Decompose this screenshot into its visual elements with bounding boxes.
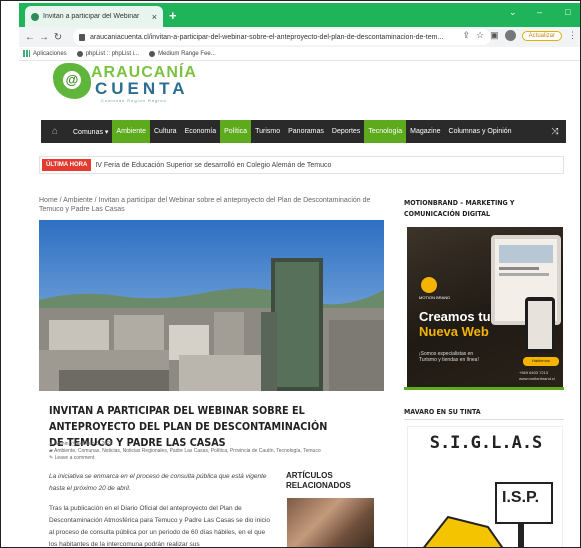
- nav-item[interactable]: Columnas y Opinión: [445, 120, 516, 143]
- browser-toolbar: ← → ↻ araucaniacuenta.cl/invitan-a-parti…: [19, 27, 580, 47]
- url-text: araucaniacuenta.cl/invitan-a-participar-…: [90, 33, 444, 41]
- leave-comment-link[interactable]: Leave a comment: [55, 455, 95, 461]
- at-symbol-icon: @: [63, 71, 81, 89]
- breaking-news-ticker: ÚLTIMA HORA IV Feria de Educación Superi…: [39, 156, 564, 174]
- related-article-thumbnail[interactable]: [287, 498, 374, 547]
- sidebar-divider: [404, 419, 564, 420]
- nav-item[interactable]: Economía: [181, 120, 221, 143]
- tab-search-icon[interactable]: ⌄: [509, 7, 517, 18]
- bookmark-label: phpList :: phpList i...: [85, 50, 140, 57]
- nav-item[interactable]: Panoramas: [284, 120, 328, 143]
- nav-item[interactable]: Magazine: [406, 120, 444, 143]
- category-links[interactable]: Ambiente, Comunas, Noticias, Noticias Re…: [54, 448, 321, 454]
- breadcrumb[interactable]: Home / Ambiente / Invitan a participar d…: [39, 196, 384, 214]
- bookmark-label: Medium Range Fee...: [158, 50, 216, 57]
- ad-cta-button[interactable]: Hablemos: [525, 358, 557, 363]
- share-icon[interactable]: ⇪: [463, 30, 471, 41]
- site-favicon-icon: [31, 12, 39, 21]
- home-icon[interactable]: ⌂: [41, 120, 69, 143]
- clock-icon: ◷: [71, 441, 76, 447]
- nav-item[interactable]: Política: [220, 120, 252, 143]
- article-paragraph: Tras la publicación en el Diario Oficial…: [49, 505, 270, 548]
- cartoon-art: [423, 482, 553, 547]
- ad-brand: MOTION BRAND: [419, 295, 451, 300]
- article-hero-image: [39, 220, 384, 391]
- publish-date: Febrero 8, 2022: [77, 441, 113, 447]
- minimize-icon[interactable]: –: [537, 7, 542, 17]
- main-navigation: ⌂ Comunas ▾ Ambiente Cultura Economía Políti…: [41, 120, 566, 143]
- cartoon-sign-text: I.S.P.: [502, 489, 540, 506]
- folder-icon: ▰: [49, 448, 53, 454]
- globe-icon: [149, 50, 156, 57]
- forward-arrow-icon[interactable]: →: [37, 32, 51, 43]
- shuffle-icon[interactable]: ⤨: [544, 120, 566, 143]
- browser-tab-strip: Invitan a participar del Webinar × + ⌄ –…: [19, 3, 580, 27]
- site-logo[interactable]: @ ARAUCANÍA CUENTA Comunas Región Región: [53, 63, 196, 103]
- apps-grid-icon: [23, 50, 30, 57]
- ad-headline-2: Nueva Web: [419, 324, 489, 339]
- sidebar-heading-mavaro: MAVARO EN SU TINTA: [404, 408, 481, 416]
- ad-website: www.motionbrand.cl: [519, 376, 555, 381]
- bookmarks-bar: Aplicaciones phpList :: phpList i... Med…: [19, 47, 580, 61]
- update-button[interactable]: Actualizar: [521, 30, 562, 41]
- nav-item[interactable]: Cultura: [150, 120, 181, 143]
- new-tab-button[interactable]: +: [169, 8, 177, 23]
- article-intro: La iniciativa se enmarca en el proceso d…: [49, 473, 267, 492]
- browser-tab[interactable]: Invitan a participar del Webinar ×: [25, 6, 163, 27]
- mavaro-cartoon[interactable]: S.I.G.L.A.S I.S.P.: [407, 426, 563, 547]
- nav-item[interactable]: Deportes: [328, 120, 364, 143]
- bookmark-label: Aplicaciones: [33, 50, 67, 57]
- logo-line-2: CUENTA: [95, 79, 189, 98]
- comment-icon: ✎: [49, 455, 54, 461]
- sidebar-toggle-icon[interactable]: ▣: [490, 30, 499, 41]
- ticker-headline-link[interactable]: IV Feria de Educación Superior se desarr…: [95, 162, 331, 169]
- logo-tagline: Comunas Región Región: [101, 98, 167, 103]
- ad-subtext: ¡Somos especialistas en Turismo y tienda…: [419, 351, 479, 363]
- bookmark-medium-range[interactable]: Medium Range Fee...: [149, 50, 216, 57]
- motionbrand-ad-art: [421, 235, 561, 366]
- address-bar[interactable]: araucaniacuenta.cl/invitan-a-participar-…: [73, 29, 491, 45]
- motionbrand-ad[interactable]: MOTION BRAND Creamos tu Nueva Web ¡Somos…: [407, 227, 563, 387]
- related-articles-heading: ARTÍCULOS RELACIONADOS: [286, 471, 351, 490]
- nav-item[interactable]: Tecnología: [364, 120, 407, 143]
- city-skyline-photo: [39, 220, 384, 391]
- nav-item[interactable]: Ambiente: [112, 120, 150, 143]
- nav-item[interactable]: Comunas ▾: [69, 120, 112, 143]
- tab-close-icon[interactable]: ×: [152, 12, 157, 22]
- profile-avatar[interactable]: [504, 30, 516, 41]
- toolbar-actions: ⇪ ☆ ▣ Actualizar ⋮: [463, 30, 577, 41]
- breaking-news-badge: ÚLTIMA HORA: [42, 159, 92, 171]
- nav-item[interactable]: Turismo: [251, 120, 284, 143]
- ad-phone: +569 6403 7213: [519, 370, 549, 375]
- lock-icon: [79, 33, 85, 41]
- menu-dots-icon[interactable]: ⋮: [568, 30, 577, 41]
- article-meta: ♟ admin ◷ Febrero 8, 2022 ▰ Ambiente, Co…: [49, 441, 369, 462]
- ad-accent-bar: [404, 387, 564, 390]
- ad-headline-1: Creamos tu: [419, 309, 491, 324]
- maximize-icon[interactable]: □: [565, 7, 570, 17]
- globe-icon: [76, 50, 83, 57]
- screenshot-frame: Invitan a participar del Webinar × + ⌄ –…: [0, 0, 581, 548]
- tab-title: Invitan a participar del Webinar: [43, 13, 140, 20]
- reload-icon[interactable]: ↻: [51, 32, 65, 43]
- author-link[interactable]: admin: [55, 441, 69, 447]
- bookmark-phplist[interactable]: phpList :: phpList i...: [76, 50, 140, 57]
- bookmark-apps[interactable]: Aplicaciones: [23, 50, 67, 57]
- back-arrow-icon[interactable]: ←: [23, 32, 37, 43]
- bookmark-star-icon[interactable]: ☆: [476, 30, 484, 41]
- author-icon: ♟: [49, 441, 54, 447]
- nav-items: Comunas ▾ Ambiente Cultura Economía Política…: [69, 120, 516, 143]
- sidebar-heading-motionbrand: MOTIONBRAND – MARKETING Y COMUNICACIÓN D…: [404, 199, 515, 218]
